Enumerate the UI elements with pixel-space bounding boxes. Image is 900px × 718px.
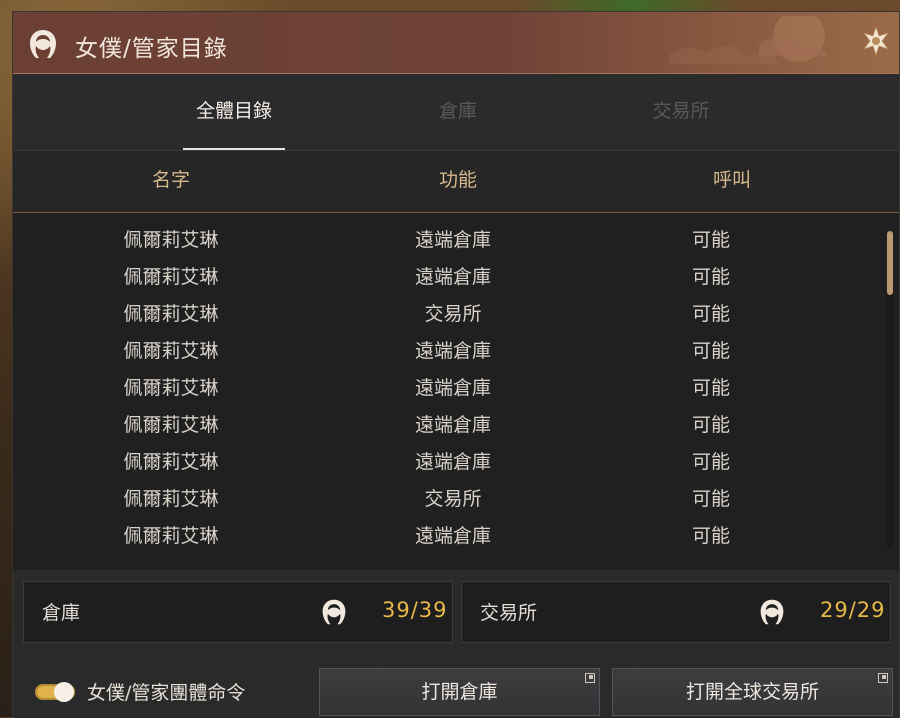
cell-function: 交易所: [424, 488, 482, 510]
open-global-market-button[interactable]: 打開全球交易所: [612, 668, 893, 716]
cell-function: 交易所: [424, 303, 482, 325]
cell-summon: 可能: [691, 303, 730, 325]
window-title: 女僕/管家目錄: [75, 36, 228, 62]
list-item[interactable]: 佩爾莉艾琳 遠端倉庫 可能: [13, 444, 873, 481]
scrollbar-thumb[interactable]: [887, 231, 893, 295]
cell-summon: 可能: [691, 414, 730, 436]
maid-butler-list-window: 女僕/管家目錄 全體目錄 倉庫 交易所 名字 功能 呼叫 佩爾莉艾琳 遠端倉庫 可能…: [12, 11, 900, 718]
cell-function: 遠端倉庫: [414, 525, 491, 547]
list-item[interactable]: 佩爾莉艾琳 遠端倉庫 可能: [13, 370, 873, 407]
cell-summon: 可能: [691, 525, 730, 547]
warehouse-stat-value: 39/39: [382, 598, 448, 622]
warehouse-stat-label: 倉庫: [42, 602, 81, 624]
group-command-label: 女僕/管家團體命令: [87, 682, 246, 704]
column-name[interactable]: 名字: [91, 151, 251, 209]
cell-name: 佩爾莉艾琳: [123, 525, 219, 547]
list-item[interactable]: 佩爾莉艾琳 交易所 可能: [13, 481, 873, 518]
list-item[interactable]: 佩爾莉艾琳 遠端倉庫 可能: [13, 518, 873, 555]
cell-name: 佩爾莉艾琳: [123, 451, 219, 473]
toggle-knob: [54, 682, 74, 702]
scrollbar-track[interactable]: [887, 231, 893, 549]
tab-warehouse[interactable]: 倉庫: [383, 74, 533, 150]
cell-function: 遠端倉庫: [414, 340, 491, 362]
cell-name: 佩爾莉艾琳: [123, 303, 219, 325]
cell-summon: 可能: [691, 451, 730, 473]
ornament-gear-icon[interactable]: [861, 26, 891, 56]
cell-function: 遠端倉庫: [414, 414, 491, 436]
market-stat-value: 29/29: [820, 598, 886, 622]
tab-bar: 全體目錄 倉庫 交易所: [13, 74, 899, 151]
maid-icon: [30, 30, 56, 58]
cell-summon: 可能: [691, 488, 730, 510]
cell-name: 佩爾莉艾琳: [123, 229, 219, 251]
maid-icon: [322, 599, 346, 625]
cell-name: 佩爾莉艾琳: [123, 414, 219, 436]
column-function[interactable]: 功能: [378, 151, 538, 209]
tab-all-list[interactable]: 全體目錄: [159, 74, 309, 150]
list-item[interactable]: 佩爾莉艾琳 遠端倉庫 可能: [13, 333, 873, 370]
cell-name: 佩爾莉艾琳: [123, 377, 219, 399]
maid-icon: [760, 599, 784, 625]
cell-function: 遠端倉庫: [414, 229, 491, 251]
list-item[interactable]: 佩爾莉艾琳 遠端倉庫 可能: [13, 259, 873, 296]
warehouse-stat-box: 倉庫 39/39: [23, 581, 453, 643]
cell-name: 佩爾莉艾琳: [123, 488, 219, 510]
column-header: 名字 功能 呼叫: [13, 151, 899, 213]
maid-list: 佩爾莉艾琳 遠端倉庫 可能 佩爾莉艾琳 遠端倉庫 可能 佩爾莉艾琳 交易所 可能 佩爾莉艾琳 遠端倉…: [13, 213, 899, 570]
cloud-ornament: [669, 16, 827, 64]
cell-name: 佩爾莉艾琳: [123, 266, 219, 288]
footer-panel: 倉庫 39/39 交易所 29/29 女僕/管家團體命令 打開倉庫 打開全球交易…: [13, 570, 899, 718]
cell-summon: 可能: [691, 266, 730, 288]
title-bar[interactable]: 女僕/管家目錄: [13, 12, 899, 74]
column-summon[interactable]: 呼叫: [652, 151, 812, 209]
open-warehouse-button[interactable]: 打開倉庫: [319, 668, 600, 716]
popout-icon: [585, 673, 595, 683]
open-warehouse-label: 打開倉庫: [421, 681, 498, 703]
cell-function: 遠端倉庫: [414, 377, 491, 399]
list-item[interactable]: 佩爾莉艾琳 交易所 可能: [13, 296, 873, 333]
cell-summon: 可能: [691, 229, 730, 251]
cell-name: 佩爾莉艾琳: [123, 340, 219, 362]
list-item[interactable]: 佩爾莉艾琳 遠端倉庫 可能: [13, 222, 873, 259]
cell-summon: 可能: [691, 377, 730, 399]
cell-summon: 可能: [691, 340, 730, 362]
tab-market[interactable]: 交易所: [606, 74, 756, 150]
popout-icon: [878, 673, 888, 683]
group-command-toggle[interactable]: [35, 682, 75, 702]
open-global-market-label: 打開全球交易所: [685, 681, 819, 703]
cell-function: 遠端倉庫: [414, 451, 491, 473]
cell-function: 遠端倉庫: [414, 266, 491, 288]
market-stat-label: 交易所: [480, 602, 538, 624]
list-item[interactable]: 佩爾莉艾琳 遠端倉庫 可能: [13, 407, 873, 444]
market-stat-box: 交易所 29/29: [461, 581, 891, 643]
